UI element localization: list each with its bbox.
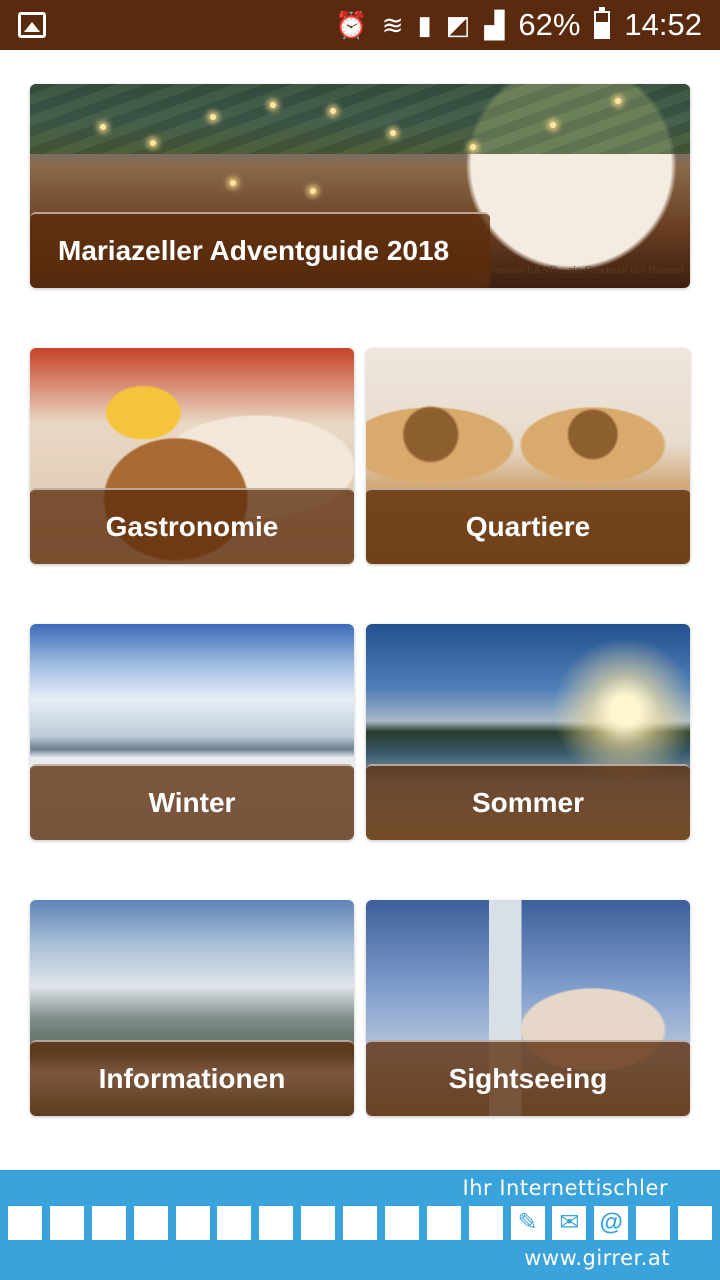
tool-icon: ✎: [510, 1206, 545, 1240]
tile-gastronomie[interactable]: Gastronomie: [30, 348, 354, 564]
adventguide-brand: mariazeller LAND ...ein Geschenk des Him…: [474, 264, 684, 276]
footer-square: [8, 1206, 42, 1240]
no-sim-icon: ◩: [445, 10, 471, 40]
footer-square: [217, 1206, 252, 1240]
footer-square: [301, 1206, 336, 1240]
footer-square: [259, 1206, 294, 1240]
informationen-label: Informationen: [30, 1040, 354, 1116]
mail-icon: ✉: [552, 1206, 587, 1240]
gastronomie-label: Gastronomie: [30, 488, 354, 564]
tile-sommer[interactable]: Sommer: [366, 624, 690, 840]
sommer-label: Sommer: [366, 764, 690, 840]
clock: 14:52: [624, 7, 702, 42]
footer-banner[interactable]: Ihr Internettischler ✎ ✉ @ www.girrer.at: [0, 1170, 720, 1280]
footer-url[interactable]: www.girrer.at: [524, 1246, 670, 1270]
wifi-icon: ≋: [381, 10, 404, 40]
alarm-icon: ⏰: [335, 10, 368, 40]
footer-title: Ihr Internettischler: [462, 1176, 668, 1200]
footer-square: [133, 1206, 168, 1240]
battery-icon: [594, 7, 611, 39]
footer-square: [384, 1206, 419, 1240]
tile-quartiere[interactable]: Quartiere: [366, 348, 690, 564]
footer-square: [175, 1206, 210, 1240]
footer-squares: ✎ ✉ @: [8, 1206, 712, 1240]
quartiere-label: Quartiere: [366, 488, 690, 564]
battery-percent: 62%: [518, 7, 581, 42]
tile-sightseeing[interactable]: Sightseeing: [366, 900, 690, 1116]
tile-adventguide[interactable]: mariazeller LAND ...ein Geschenk des Him…: [30, 84, 690, 288]
garland-decoration: [30, 84, 690, 154]
signal-icon: ▟: [484, 10, 505, 40]
gallery-icon: [18, 12, 46, 38]
winter-label: Winter: [30, 764, 354, 840]
adventguide-label: Mariazeller Adventguide 2018: [30, 212, 490, 288]
footer-square: [636, 1206, 671, 1240]
footer-square: [343, 1206, 377, 1240]
footer-square: [468, 1206, 503, 1240]
footer-square: [426, 1206, 461, 1240]
sightseeing-label: Sightseeing: [366, 1040, 690, 1116]
tile-winter[interactable]: Winter: [30, 624, 354, 840]
at-icon: @: [594, 1206, 629, 1240]
status-bar: ⏰ ≋ ▮ ◩ ▟ 62% 14:52: [0, 0, 720, 50]
footer-square: [91, 1206, 126, 1240]
sim-icon: ▮: [417, 10, 432, 40]
footer-square: [678, 1206, 712, 1240]
tile-informationen[interactable]: Informationen: [30, 900, 354, 1116]
footer-square: [49, 1206, 84, 1240]
